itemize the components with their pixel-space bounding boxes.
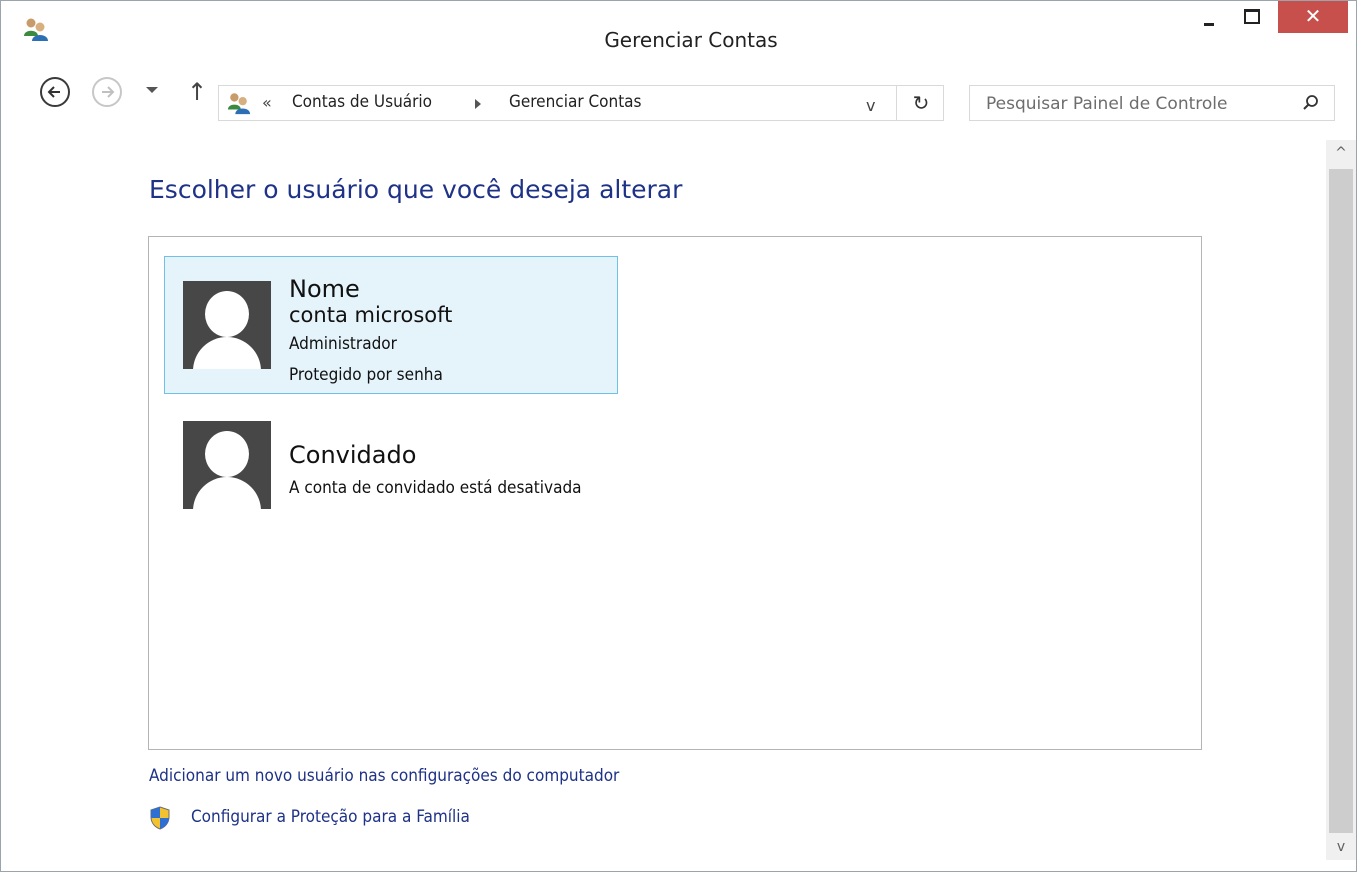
minimize-button[interactable] bbox=[1184, 1, 1232, 31]
account-password-status: Protegido por senha bbox=[289, 365, 443, 385]
avatar bbox=[183, 421, 271, 509]
account-type: conta microsoft bbox=[289, 303, 453, 327]
breadcrumb-separator-icon[interactable] bbox=[475, 99, 481, 109]
search-input[interactable] bbox=[970, 86, 1298, 122]
arrow-right-icon bbox=[102, 86, 115, 98]
refresh-button[interactable]: ↻ bbox=[896, 86, 945, 120]
vertical-scrollbar[interactable]: ^ v bbox=[1326, 140, 1356, 860]
title-bar: Gerenciar Contas ✕ bbox=[1, 1, 1356, 52]
close-button[interactable]: ✕ bbox=[1278, 1, 1348, 33]
forward-button[interactable] bbox=[92, 77, 122, 107]
accounts-list: Nome conta microsoft Administrador Prote… bbox=[148, 236, 1202, 750]
account-role: Administrador bbox=[289, 334, 397, 354]
recent-locations-dropdown-icon[interactable] bbox=[146, 87, 158, 93]
search-icon[interactable] bbox=[1302, 94, 1320, 112]
arrow-left-icon bbox=[47, 86, 60, 98]
scroll-down-button[interactable]: v bbox=[1326, 834, 1356, 860]
maximize-button[interactable] bbox=[1232, 1, 1272, 31]
window-title: Gerenciar Contas bbox=[604, 28, 778, 52]
address-bar[interactable]: « Contas de Usuário Gerenciar Contas v ↻ bbox=[218, 85, 944, 121]
page-title: Escolher o usuário que você deseja alter… bbox=[149, 175, 683, 204]
account-name: Nome bbox=[289, 275, 360, 303]
account-status: A conta de convidado está desativada bbox=[289, 478, 582, 498]
add-user-link[interactable]: Adicionar um novo usuário nas configuraç… bbox=[149, 766, 619, 786]
control-panel-window: Gerenciar Contas ✕ ↑ « Contas de Usuário… bbox=[0, 0, 1357, 872]
search-box[interactable] bbox=[969, 85, 1335, 122]
account-name: Convidado bbox=[289, 441, 417, 469]
scroll-thumb[interactable] bbox=[1329, 169, 1353, 833]
up-button[interactable]: ↑ bbox=[187, 77, 211, 107]
account-tile-nome[interactable]: Nome conta microsoft Administrador Prote… bbox=[164, 256, 618, 394]
user-accounts-icon bbox=[227, 93, 251, 115]
breadcrumb-user-accounts[interactable]: Contas de Usuário bbox=[292, 92, 432, 112]
navigation-bar: ↑ « Contas de Usuário Gerenciar Contas v… bbox=[1, 65, 1356, 122]
address-dropdown-icon[interactable]: v bbox=[866, 96, 875, 115]
account-tile-convidado[interactable]: Convidado A conta de convidado está desa… bbox=[164, 420, 618, 558]
scroll-up-button[interactable]: ^ bbox=[1326, 140, 1356, 166]
close-icon: ✕ bbox=[1304, 4, 1322, 28]
back-button[interactable] bbox=[40, 77, 70, 107]
family-safety-link[interactable]: Configurar a Proteção para a Família bbox=[191, 807, 470, 827]
breadcrumb-overflow-icon[interactable]: « bbox=[262, 93, 272, 112]
avatar bbox=[183, 281, 271, 369]
uac-shield-icon bbox=[150, 806, 170, 830]
breadcrumb-manage-accounts[interactable]: Gerenciar Contas bbox=[509, 92, 642, 112]
